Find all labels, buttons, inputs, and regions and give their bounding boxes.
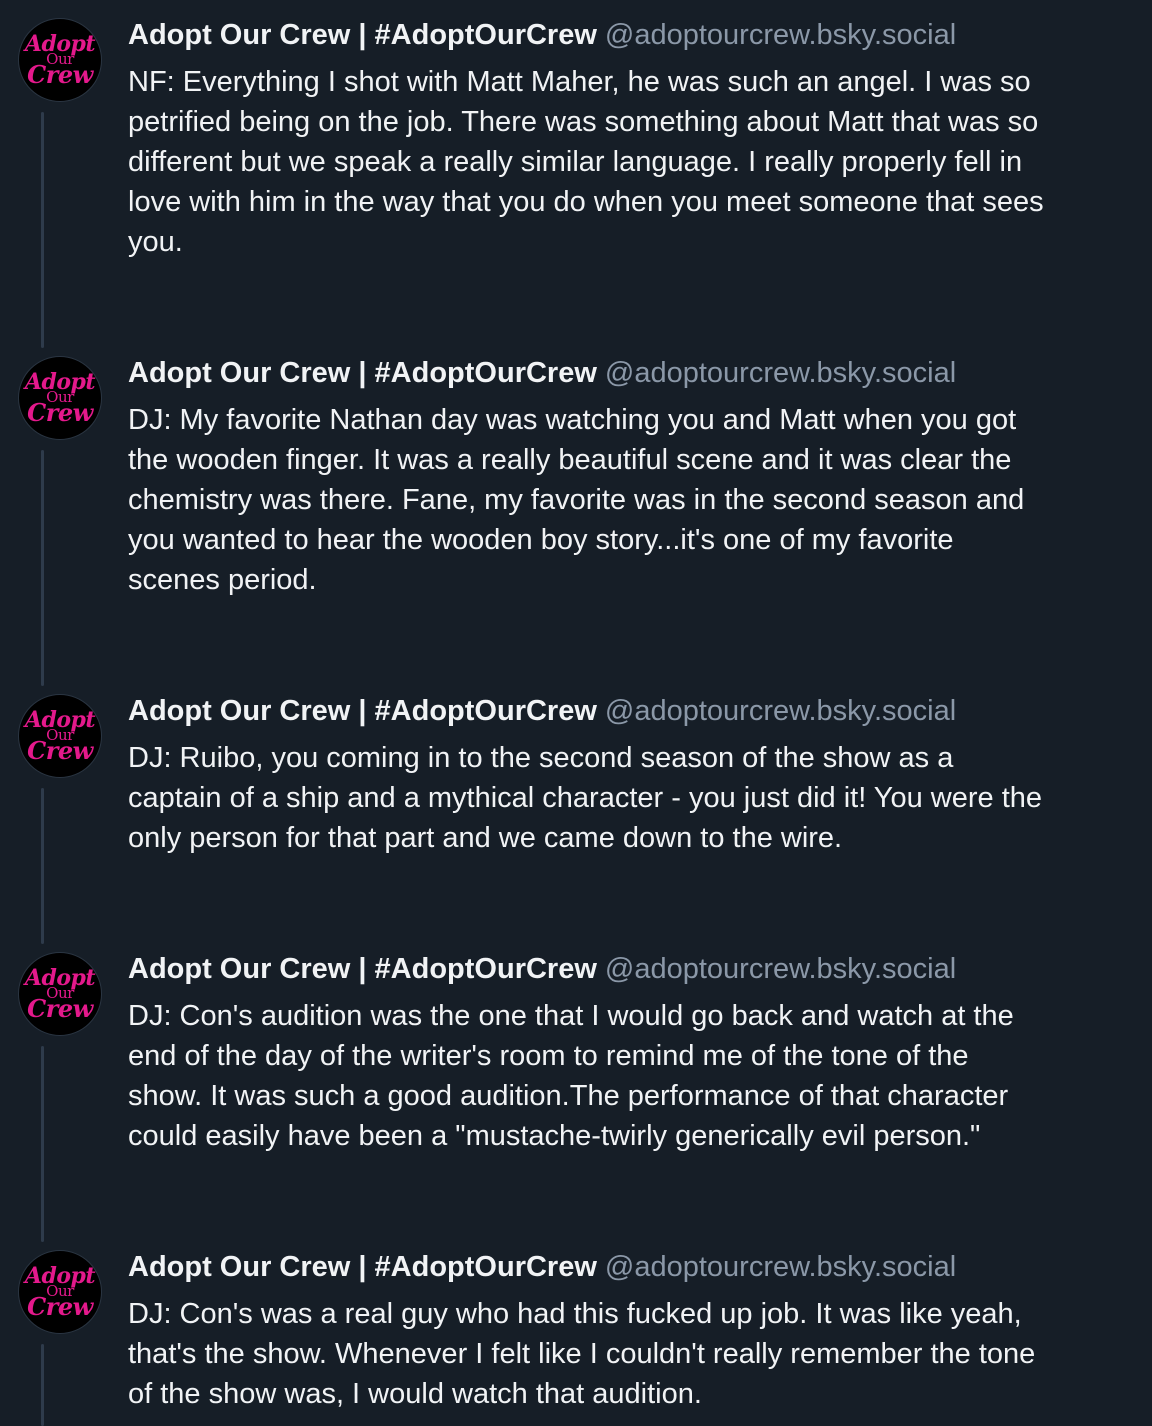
author-name[interactable]: Adopt Our Crew | #AdoptOurCrew xyxy=(128,1251,597,1283)
author-name[interactable]: Adopt Our Crew | #AdoptOurCrew xyxy=(128,695,597,727)
avatar-logo-text: Crew xyxy=(27,736,93,766)
post-content: Adopt Our Crew | #AdoptOurCrew @adoptourc… xyxy=(128,1250,1144,1414)
avatar-column: Adopt Our Crew xyxy=(18,356,104,440)
thread-connector-line xyxy=(41,112,44,348)
author-handle[interactable]: @adoptourcrew.bsky.social xyxy=(605,1251,956,1283)
avatar-column: Adopt Our Crew xyxy=(18,952,104,1036)
avatar-column: Adopt Our Crew xyxy=(18,18,104,102)
avatar[interactable]: Adopt Our Crew xyxy=(18,694,102,778)
author-name[interactable]: Adopt Our Crew | #AdoptOurCrew xyxy=(128,19,597,51)
author-handle[interactable]: @adoptourcrew.bsky.social xyxy=(605,695,956,727)
avatar-logo-text: Crew xyxy=(27,398,93,428)
post-header: Adopt Our Crew | #AdoptOurCrew @adoptourc… xyxy=(128,694,1144,728)
post-content: Adopt Our Crew | #AdoptOurCrew @adoptourc… xyxy=(128,694,1144,858)
avatar[interactable]: Adopt Our Crew xyxy=(18,18,102,102)
post-text: DJ: My favorite Nathan day was watching … xyxy=(128,404,1025,596)
avatar-logo-text: Crew xyxy=(27,994,93,1024)
post-content: Adopt Our Crew | #AdoptOurCrew @adoptourc… xyxy=(128,356,1144,600)
post-thread: Adopt Our Crew Adopt Our Crew | #AdoptOu… xyxy=(0,0,1152,1426)
post-content: Adopt Our Crew | #AdoptOurCrew @adoptourc… xyxy=(128,18,1144,262)
avatar-logo-text: Crew xyxy=(27,1292,93,1322)
post-header: Adopt Our Crew | #AdoptOurCrew @adoptourc… xyxy=(128,1250,1144,1284)
thread-connector-line xyxy=(41,1344,44,1426)
author-name[interactable]: Adopt Our Crew | #AdoptOurCrew xyxy=(128,953,597,985)
author-handle[interactable]: @adoptourcrew.bsky.social xyxy=(605,19,956,51)
thread-connector-line xyxy=(41,450,44,686)
avatar-column: Adopt Our Crew xyxy=(18,694,104,778)
thread-connector-line xyxy=(41,1046,44,1242)
thread-connector-line xyxy=(41,788,44,944)
post-content: Adopt Our Crew | #AdoptOurCrew @adoptourc… xyxy=(128,952,1144,1156)
avatar[interactable]: Adopt Our Crew xyxy=(18,1250,102,1334)
post-text: NF: Everything I shot with Matt Maher, h… xyxy=(128,66,1044,258)
post-header: Adopt Our Crew | #AdoptOurCrew @adoptourc… xyxy=(128,18,1144,52)
post-header: Adopt Our Crew | #AdoptOurCrew @adoptourc… xyxy=(128,952,1144,986)
post-text: DJ: Con's audition was the one that I wo… xyxy=(128,1000,1014,1152)
author-name[interactable]: Adopt Our Crew | #AdoptOurCrew xyxy=(128,357,597,389)
avatar[interactable]: Adopt Our Crew xyxy=(18,952,102,1036)
author-handle[interactable]: @adoptourcrew.bsky.social xyxy=(605,953,956,985)
avatar[interactable]: Adopt Our Crew xyxy=(18,356,102,440)
author-handle[interactable]: @adoptourcrew.bsky.social xyxy=(605,357,956,389)
post-header: Adopt Our Crew | #AdoptOurCrew @adoptourc… xyxy=(128,356,1144,390)
avatar-column: Adopt Our Crew xyxy=(18,1250,104,1334)
post-text: DJ: Ruibo, you coming in to the second s… xyxy=(128,742,1043,854)
post-text: DJ: Con's was a real guy who had this fu… xyxy=(128,1298,1036,1410)
avatar-logo-text: Crew xyxy=(27,60,93,90)
